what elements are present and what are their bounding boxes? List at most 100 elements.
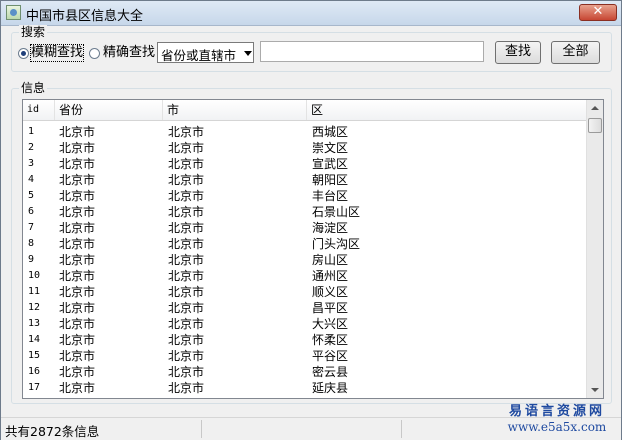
column-header-id[interactable]: id (23, 100, 55, 120)
results-list[interactable]: id 省份 市 区 1 北京市 北京市 西城区 2 北京市 北京市 崇文区 3 北京市 北京市 宣武区… (22, 99, 604, 399)
cell-city: 北京市 (168, 381, 205, 395)
cell-district: 房山区 (312, 253, 349, 267)
cell-city: 北京市 (168, 125, 205, 139)
vertical-scrollbar[interactable] (586, 100, 603, 398)
cell-id: 11 (28, 286, 41, 297)
table-row[interactable]: 5 北京市 北京市 丰台区 (23, 188, 586, 204)
cell-id: 9 (28, 254, 35, 265)
cell-id: 1 (28, 126, 35, 137)
window-title: 中国市县区信息大全 (26, 9, 144, 24)
cell-city: 北京市 (168, 189, 205, 203)
province-select-value: 省份或直辖市 (161, 48, 237, 63)
exact-search-radio[interactable] (89, 48, 100, 59)
column-header-district[interactable]: 区 (307, 100, 586, 120)
cell-province: 北京市 (59, 125, 96, 139)
table-row[interactable]: 16 北京市 北京市 密云县 (23, 364, 586, 380)
search-input[interactable] (260, 41, 484, 62)
cell-city: 北京市 (168, 221, 205, 235)
cell-id: 13 (28, 318, 41, 329)
close-button[interactable]: ✕ (579, 4, 617, 21)
column-header-province[interactable]: 省份 (55, 100, 163, 120)
app-window: 中国市县区信息大全 ✕ 搜索 模糊查找 精确查找 省份或直辖市 查找 全部 信息… (0, 0, 622, 440)
table-row[interactable]: 1 北京市 北京市 西城区 (23, 124, 586, 140)
exact-search-label[interactable]: 精确查找 (103, 45, 155, 61)
table-row[interactable]: 15 北京市 北京市 平谷区 (23, 348, 586, 364)
cell-city: 北京市 (168, 157, 205, 171)
cell-province: 北京市 (59, 189, 96, 203)
table-row[interactable]: 14 北京市 北京市 怀柔区 (23, 332, 586, 348)
table-row[interactable]: 6 北京市 北京市 石景山区 (23, 204, 586, 220)
cell-province: 北京市 (59, 269, 96, 283)
cell-district: 顺义区 (312, 285, 349, 299)
table-row[interactable]: 9 北京市 北京市 房山区 (23, 252, 586, 268)
table-row[interactable]: 2 北京市 北京市 崇文区 (23, 140, 586, 156)
search-group-label: 搜索 (19, 25, 48, 39)
cell-district: 丰台区 (312, 189, 349, 203)
table-row[interactable]: 8 北京市 北京市 门头沟区 (23, 236, 586, 252)
column-header-city[interactable]: 市 (163, 100, 307, 120)
watermark-title: 易语言资源网 (508, 404, 605, 419)
cell-province: 北京市 (59, 317, 96, 331)
cell-province: 北京市 (59, 205, 96, 219)
cell-district: 通州区 (312, 269, 349, 283)
cell-province: 北京市 (59, 157, 96, 171)
table-row[interactable]: 3 北京市 北京市 宣武区 (23, 156, 586, 172)
cell-city: 北京市 (168, 253, 205, 267)
cell-id: 7 (28, 222, 35, 233)
cell-district: 石景山区 (312, 205, 361, 219)
scroll-down-arrow-icon[interactable] (591, 388, 599, 392)
cell-province: 北京市 (59, 365, 96, 379)
cell-city: 北京市 (168, 285, 205, 299)
cell-city: 北京市 (168, 173, 205, 187)
scroll-up-arrow-icon[interactable] (591, 106, 599, 110)
cell-district: 延庆县 (312, 381, 349, 395)
find-button[interactable]: 查找 (495, 41, 541, 64)
cell-district: 门头沟区 (312, 237, 361, 251)
cell-province: 北京市 (59, 301, 96, 315)
cell-province: 北京市 (59, 221, 96, 235)
table-row[interactable]: 10 北京市 北京市 通州区 (23, 268, 586, 284)
table-row[interactable]: 4 北京市 北京市 朝阳区 (23, 172, 586, 188)
watermark-url: www.e5a5x.com (507, 420, 607, 434)
table-row[interactable]: 17 北京市 北京市 延庆县 (23, 380, 586, 396)
record-count: 共有2872条信息 (5, 424, 100, 439)
fuzzy-search-radio[interactable] (18, 48, 29, 59)
cell-city: 北京市 (168, 301, 205, 315)
cell-id: 15 (28, 350, 41, 361)
scroll-thumb[interactable] (588, 118, 602, 133)
cell-id: 6 (28, 206, 35, 217)
info-group-label: 信息 (19, 81, 48, 95)
cell-id: 17 (28, 382, 41, 393)
status-divider (201, 420, 202, 438)
watermark: 易语言资源网 www.e5a5x.com (498, 404, 616, 434)
cell-id: 8 (28, 238, 35, 249)
cell-district: 海淀区 (312, 221, 349, 235)
table-row[interactable]: 11 北京市 北京市 顺义区 (23, 284, 586, 300)
fuzzy-search-label[interactable]: 模糊查找 (29, 44, 85, 62)
cell-city: 北京市 (168, 237, 205, 251)
cell-province: 北京市 (59, 349, 96, 363)
cell-province: 北京市 (59, 333, 96, 347)
cell-city: 北京市 (168, 269, 205, 283)
cell-city: 北京市 (168, 205, 205, 219)
cell-id: 4 (28, 174, 35, 185)
cell-district: 大兴区 (312, 317, 349, 331)
cell-id: 14 (28, 334, 41, 345)
table-row[interactable]: 12 北京市 北京市 昌平区 (23, 300, 586, 316)
cell-district: 朝阳区 (312, 173, 349, 187)
cell-district: 西城区 (312, 125, 349, 139)
title-bar[interactable]: 中国市县区信息大全 ✕ (1, 1, 621, 26)
cell-province: 北京市 (59, 173, 96, 187)
cell-province: 北京市 (59, 381, 96, 395)
cell-city: 北京市 (168, 349, 205, 363)
province-select[interactable]: 省份或直辖市 (157, 42, 254, 63)
table-row[interactable]: 13 北京市 北京市 大兴区 (23, 316, 586, 332)
cell-id: 16 (28, 366, 41, 377)
cell-district: 怀柔区 (312, 333, 349, 347)
show-all-button[interactable]: 全部 (551, 41, 600, 64)
cell-id: 5 (28, 190, 35, 201)
cell-city: 北京市 (168, 333, 205, 347)
table-row[interactable]: 7 北京市 北京市 海淀区 (23, 220, 586, 236)
cell-city: 北京市 (168, 141, 205, 155)
cell-district: 崇文区 (312, 141, 349, 155)
